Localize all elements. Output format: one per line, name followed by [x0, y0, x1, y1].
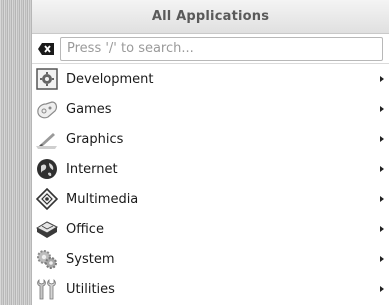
submenu-arrow-icon	[380, 76, 384, 82]
submenu-arrow-icon	[380, 166, 384, 172]
side-stripe	[0, 0, 32, 305]
utilities-icon	[35, 277, 59, 301]
games-icon	[35, 97, 59, 121]
menu-item-graphics[interactable]: Graphics	[32, 124, 389, 154]
menu-item-games[interactable]: Games	[32, 94, 389, 124]
menu-item-system[interactable]: System	[32, 244, 389, 274]
menu-item-label: Multimedia	[66, 191, 139, 207]
submenu-arrow-icon	[380, 286, 384, 292]
search-input[interactable]	[60, 36, 383, 61]
clear-icon	[38, 42, 54, 55]
menu-title: All Applications	[32, 0, 389, 34]
development-icon	[35, 67, 59, 91]
menu-item-label: Internet	[66, 161, 118, 177]
menu-item-label: Utilities	[66, 281, 115, 297]
submenu-arrow-icon	[380, 196, 384, 202]
menu-item-label: Development	[66, 71, 154, 87]
menu-item-development[interactable]: Development	[32, 64, 389, 94]
clear-search-button[interactable]	[32, 34, 60, 63]
multimedia-icon	[35, 187, 59, 211]
menu-item-label: System	[66, 251, 115, 267]
search-row	[32, 34, 389, 64]
submenu-arrow-icon	[380, 256, 384, 262]
system-icon	[35, 247, 59, 271]
menu-item-office[interactable]: Office	[32, 214, 389, 244]
internet-icon	[35, 157, 59, 181]
menu-item-label: Games	[66, 101, 112, 117]
menu-item-label: Office	[66, 221, 104, 237]
menu-item-utilities[interactable]: Utilities	[32, 274, 389, 304]
submenu-arrow-icon	[380, 226, 384, 232]
graphics-icon	[35, 127, 59, 151]
menu-item-label: Graphics	[66, 131, 124, 147]
applications-menu: All Applications Development	[32, 0, 389, 305]
office-icon	[35, 217, 59, 241]
submenu-arrow-icon	[380, 106, 384, 112]
menu-item-internet[interactable]: Internet	[32, 154, 389, 184]
menu-item-multimedia[interactable]: Multimedia	[32, 184, 389, 214]
submenu-arrow-icon	[380, 136, 384, 142]
category-list: Development Games Graphics Internet Mult…	[32, 64, 389, 304]
